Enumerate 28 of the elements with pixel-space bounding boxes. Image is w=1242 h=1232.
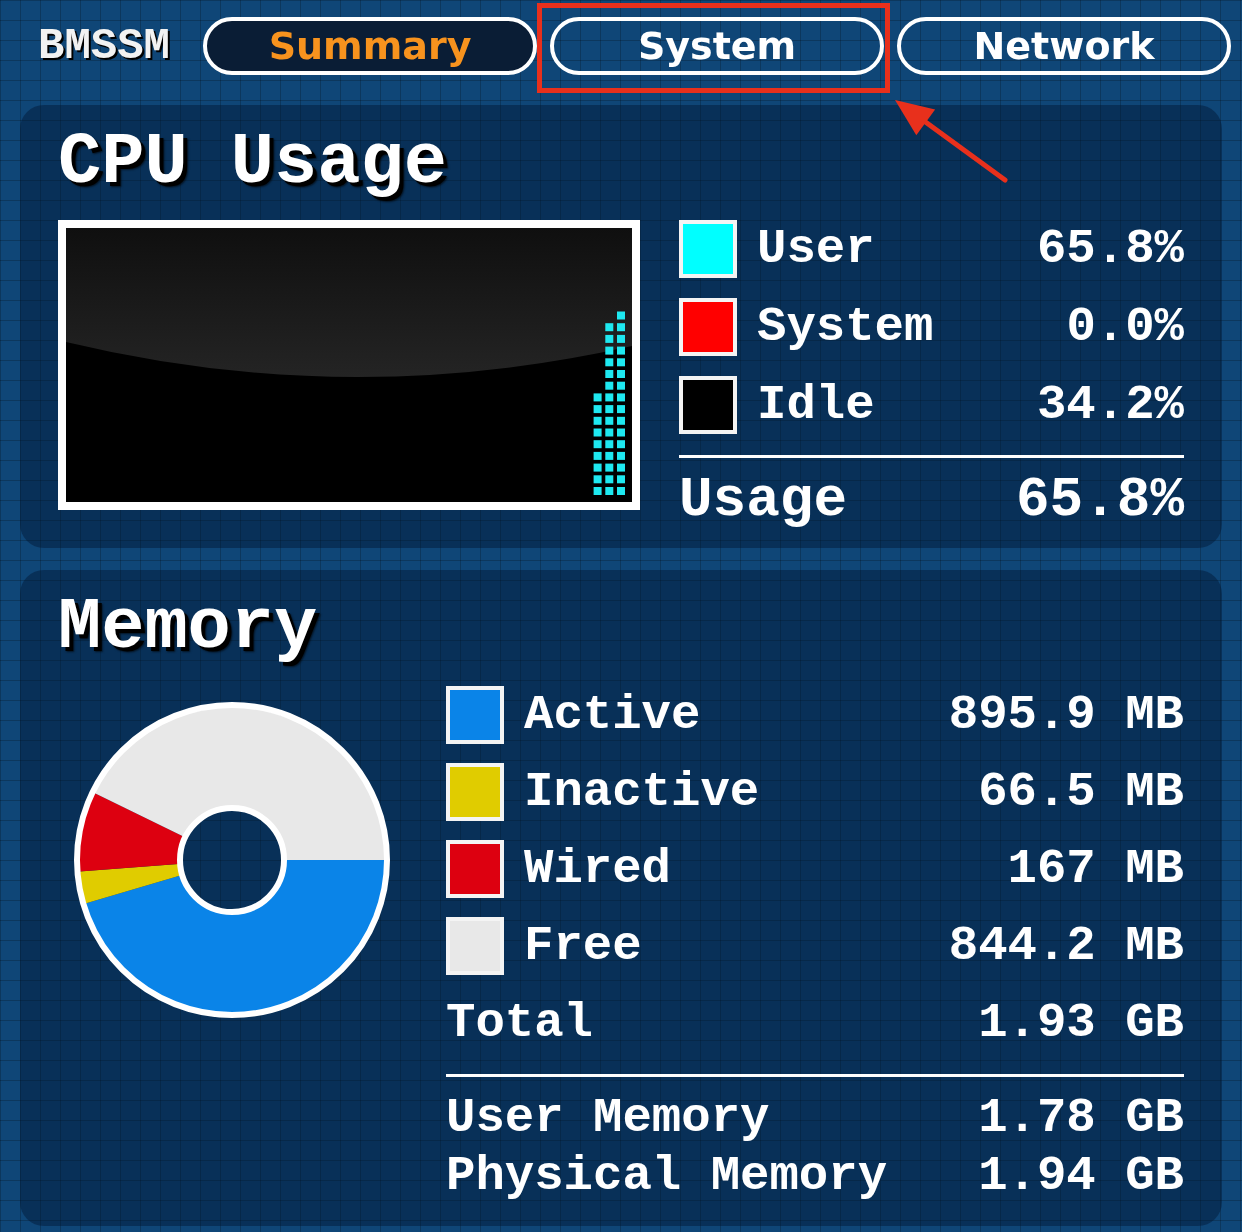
detail-value: 1.78 GB: [978, 1089, 1184, 1147]
legend-value: 66.5 MB: [978, 763, 1184, 821]
legend-label: User: [757, 220, 876, 278]
total-value: 65.8%: [1015, 468, 1184, 532]
legend-value: 65.8%: [1036, 220, 1184, 278]
panel-title: Memory: [58, 590, 318, 666]
legend-label: Wired: [524, 840, 673, 898]
total-label: Usage: [679, 468, 849, 532]
legend-label: Inactive: [524, 763, 761, 821]
detail-label: User Memory: [446, 1089, 771, 1147]
legend-value: 34.2%: [1036, 376, 1184, 434]
total-value: 1.93 GB: [978, 994, 1184, 1052]
legend-label: Idle: [757, 376, 876, 434]
legend-value: 167 MB: [1007, 840, 1184, 898]
tab[interactable]: System: [550, 17, 885, 75]
detail-label: Physical Memory: [446, 1147, 889, 1205]
app-title: BMSSM: [38, 20, 171, 73]
tab[interactable]: Summary: [203, 17, 538, 75]
tab[interactable]: Network: [897, 17, 1232, 75]
total-label: Total: [446, 994, 595, 1052]
legend-label: System: [757, 298, 935, 356]
legend-value: 0.0%: [1066, 298, 1184, 356]
legend-label: Free: [524, 917, 643, 975]
detail-value: 1.94 GB: [978, 1147, 1184, 1205]
legend-value: 844.2 MB: [948, 917, 1184, 975]
panel-title: CPU Usage: [58, 125, 447, 201]
legend-label: Active: [524, 686, 702, 744]
legend-value: 895.9 MB: [948, 686, 1184, 744]
